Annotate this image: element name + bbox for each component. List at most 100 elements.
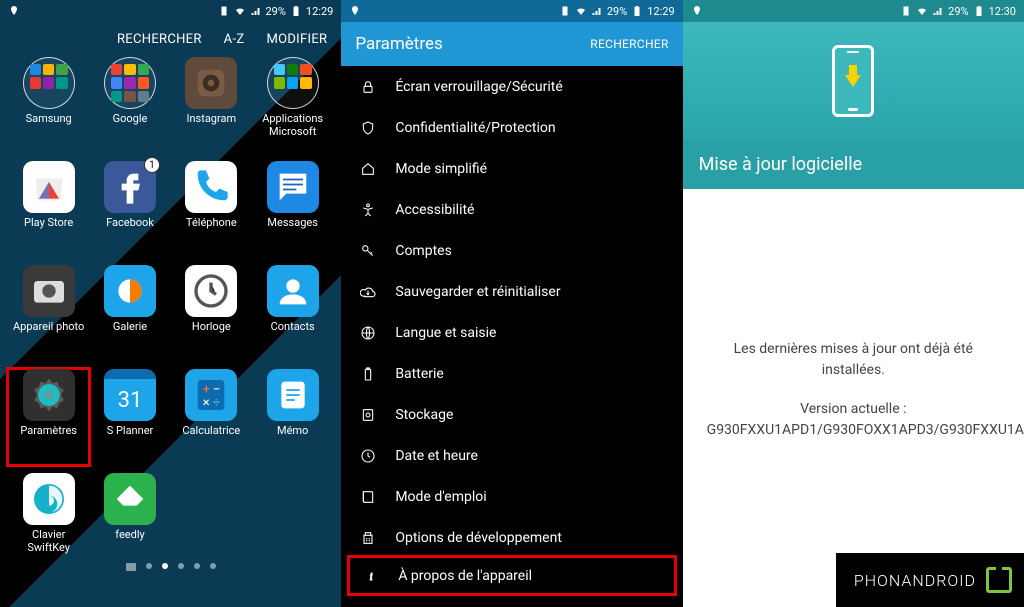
page-indicator[interactable]	[0, 563, 341, 571]
settings-row-clock[interactable]: Date et heure	[341, 435, 682, 476]
app-instagram[interactable]: Instagram	[171, 57, 252, 153]
screen-app-drawer: 29% 12:29 RECHERCHER A-Z MODIFIER Samsun…	[0, 0, 341, 607]
signal-icon	[250, 5, 262, 17]
app-label: Paramètres	[20, 425, 77, 438]
watermark-text: PHONANDROID	[854, 571, 976, 590]
status-bar: 29% 12:29	[0, 0, 341, 22]
app-samsung[interactable]: Samsung	[8, 57, 89, 153]
app-calculatrice[interactable]: +−×÷Calculatrice	[171, 369, 252, 465]
msg-icon	[273, 167, 313, 207]
settings-row-label: Mode d'emploi	[395, 489, 486, 505]
app-param-tres[interactable]: Paramètres	[8, 369, 89, 465]
settings-row-label: Confidentialité/Protection	[395, 120, 555, 136]
drawer-edit[interactable]: MODIFIER	[266, 32, 327, 47]
app-label: Instagram	[186, 113, 236, 126]
settings-row-backup[interactable]: Sauvegarder et réinitialiser	[341, 271, 682, 312]
update-version-text: Version actuelle : G930FXXU1APD1/G930FOX…	[707, 399, 1000, 441]
settings-row-book[interactable]: Mode d'emploi	[341, 476, 682, 517]
app-s-planner[interactable]: 31S Planner	[89, 369, 170, 465]
notification-badge: 1	[144, 157, 160, 173]
settings-row-access[interactable]: Accessibilité	[341, 189, 682, 230]
drawer-search[interactable]: RECHERCHER	[117, 32, 202, 47]
app-horloge[interactable]: Horloge	[171, 265, 252, 361]
vibrate-icon	[900, 5, 912, 17]
app-messages[interactable]: Messages	[252, 161, 333, 257]
battery-pct: 29%	[607, 5, 627, 18]
app-google[interactable]: Google	[89, 57, 170, 153]
page-dot[interactable]	[162, 563, 168, 569]
app-contacts[interactable]: Contacts	[252, 265, 333, 361]
page-dot[interactable]	[146, 563, 152, 569]
app-label: Appareil photo	[13, 321, 84, 334]
home-page-dot[interactable]	[126, 563, 136, 571]
lock-icon	[359, 78, 377, 96]
status-time: 12:29	[306, 5, 333, 18]
camera-icon	[29, 271, 69, 311]
watermark: PHONANDROID	[836, 553, 1024, 607]
phonandroid-logo-icon	[986, 567, 1012, 593]
location-icon	[691, 5, 703, 17]
settings-row-label: Comptes	[395, 243, 451, 259]
battery-icon	[631, 5, 643, 17]
app-feedly[interactable]: feedly	[89, 473, 170, 569]
settings-row-globe[interactable]: Langue et saisie	[341, 312, 682, 353]
status-bar: 29% 12:29	[341, 0, 682, 22]
vibrate-icon	[559, 5, 571, 17]
settings-row-info[interactable]: iÀ propos de l'appareil	[347, 555, 676, 596]
app-label: S Planner	[107, 425, 154, 438]
vibrate-icon	[218, 5, 230, 17]
app-play-store[interactable]: Play Store	[8, 161, 89, 257]
folder-icon	[23, 57, 75, 109]
update-hero	[683, 22, 1024, 140]
settings-row-label: À propos de l'appareil	[398, 568, 532, 584]
settings-row-shield[interactable]: Confidentialité/Protection	[341, 107, 682, 148]
square-icon	[191, 63, 231, 103]
shield-icon	[359, 119, 377, 137]
settings-row-battery[interactable]: Batterie	[341, 353, 682, 394]
settings-search[interactable]: RECHERCHER	[590, 37, 668, 51]
battery-icon	[290, 5, 302, 17]
app-label: Applications Microsoft	[254, 113, 332, 138]
app-applications-microsoft[interactable]: Applications Microsoft	[252, 57, 333, 153]
settings-row-label: Options de développement	[395, 530, 562, 546]
gallery-icon	[110, 271, 150, 311]
settings-row-storage[interactable]: Stockage	[341, 394, 682, 435]
settings-row-dev[interactable]: Options de développement	[341, 517, 682, 558]
wifi-icon	[234, 5, 246, 17]
app-label: Clavier SwiftKey	[10, 529, 88, 554]
dev-icon	[359, 529, 377, 547]
app-facebook[interactable]: 1Facebook	[89, 161, 170, 257]
settings-title: Paramètres	[355, 34, 442, 54]
folder-icon	[104, 57, 156, 109]
settings-row-lock[interactable]: Écran verrouillage/Sécurité	[341, 66, 682, 107]
page-dot[interactable]	[210, 563, 216, 569]
clock-icon	[359, 447, 377, 465]
battery-icon	[973, 5, 985, 17]
location-icon	[349, 5, 361, 17]
download-phone-icon	[832, 45, 874, 117]
swirl-icon	[29, 479, 69, 519]
status-time: 12:30	[989, 5, 1016, 18]
settings-row-label: Sauvegarder et réinitialiser	[395, 284, 560, 300]
app-label: Galerie	[113, 321, 147, 334]
settings-row-home[interactable]: Mode simplifié	[341, 148, 682, 189]
app-label: feedly	[115, 529, 144, 542]
update-status-text: Les dernières mises à jour ont déjà été …	[707, 339, 1000, 381]
signal-icon	[591, 5, 603, 17]
app-m-mo[interactable]: Mémo	[252, 369, 333, 465]
app-t-l-phone[interactable]: Téléphone	[171, 161, 252, 257]
phone-icon	[191, 167, 231, 207]
settings-row-label: Batterie	[395, 366, 444, 382]
backup-icon	[359, 283, 377, 301]
page-dot[interactable]	[178, 563, 184, 569]
globe-icon	[359, 324, 377, 342]
settings-row-key[interactable]: Comptes	[341, 230, 682, 271]
app-galerie[interactable]: Galerie	[89, 265, 170, 361]
contacts-icon	[273, 271, 313, 311]
app-clavier-swiftkey[interactable]: Clavier SwiftKey	[8, 473, 89, 569]
settings-row-label: Date et heure	[395, 448, 478, 464]
app-appareil-photo[interactable]: Appareil photo	[8, 265, 89, 361]
page-dot[interactable]	[194, 563, 200, 569]
app-label: Calculatrice	[182, 425, 240, 438]
drawer-az[interactable]: A-Z	[224, 32, 245, 47]
